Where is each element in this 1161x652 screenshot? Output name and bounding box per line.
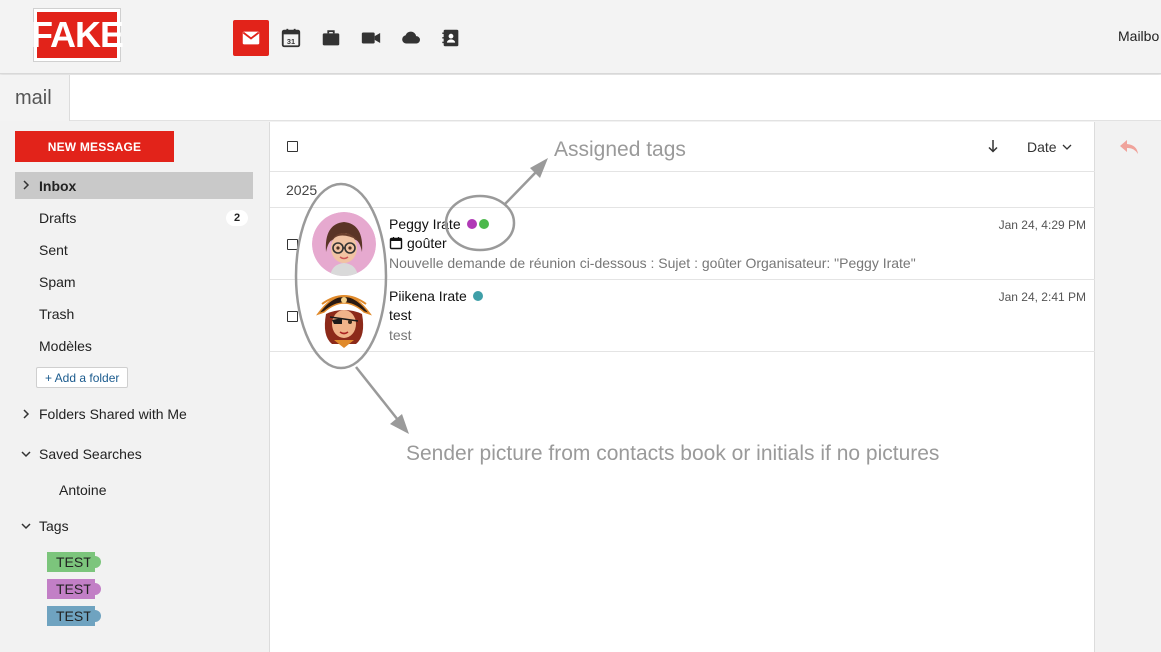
message-subject: goûter (407, 235, 447, 251)
sidebar-item-label: Spam (39, 273, 76, 290)
calendar-day: 31 (287, 37, 295, 46)
sort-field-dropdown[interactable]: Date (1027, 139, 1073, 155)
calendar-invite-icon (389, 237, 403, 250)
section-label: Folders Shared with Me (39, 406, 187, 422)
sender-name: Peggy Irate (389, 216, 461, 232)
subject-line: goûter (389, 235, 447, 251)
briefcase-icon[interactable] (313, 20, 349, 56)
mail-icon[interactable] (233, 20, 269, 56)
sidebar-item-label: Drafts (39, 209, 77, 226)
video-icon[interactable] (353, 20, 389, 56)
chevron-down-icon[interactable] (19, 447, 33, 461)
message-preview: test (389, 327, 412, 343)
new-message-button[interactable]: NEW MESSAGE (15, 131, 174, 162)
tag-item[interactable]: TEST (47, 552, 101, 572)
message-date: Jan 24, 2:41 PM (998, 290, 1086, 304)
year-label: 2025 (286, 182, 318, 198)
reply-icon[interactable] (1118, 138, 1140, 156)
tag-dot (478, 219, 489, 229)
calendar-icon[interactable]: 31 (273, 20, 309, 56)
sender-avatar (312, 284, 376, 348)
chevron-right-icon[interactable] (19, 407, 33, 421)
cloud-icon[interactable] (393, 20, 429, 56)
sender-name-line: Piikena Irate (389, 288, 483, 304)
sender-name-line: Peggy Irate (389, 216, 489, 232)
reading-pane-toolbar (1095, 122, 1161, 652)
section-label: Saved Searches (39, 446, 142, 462)
subject-line: test (389, 307, 412, 323)
shared-folders-section[interactable]: Folders Shared with Me (15, 402, 253, 426)
logo[interactable]: FAKE (31, 8, 124, 62)
add-folder-button[interactable]: + Add a folder (36, 367, 129, 388)
sort-field-label: Date (1027, 139, 1057, 155)
message-preview: Nouvelle demande de réunion ci-dessous :… (389, 255, 916, 271)
module-title-wrap: mail (0, 75, 70, 121)
sidebar-item-inbox[interactable]: Inbox (15, 172, 253, 199)
sidebar: NEW MESSAGE Inbox Drafts 2 Sent Spam Tra… (0, 122, 270, 652)
chevron-down-icon (1062, 144, 1072, 150)
avatar-annotation: Sender picture from contacts book or ini… (406, 442, 940, 465)
sidebar-item-label: Modèles (39, 337, 92, 354)
sidebar-item-spam[interactable]: Spam (15, 268, 253, 295)
logo-text: FAKE (31, 14, 124, 55)
sidebar-item-label: Sent (39, 241, 68, 258)
select-all-checkbox[interactable] (287, 141, 298, 152)
tag-item[interactable]: TEST (47, 579, 101, 599)
sender-name: Piikena Irate (389, 288, 467, 304)
chevron-down-icon[interactable] (19, 519, 33, 533)
message-list: Date 2025 Peggy Irate goûter Nouvelle de… (270, 122, 1095, 652)
tag-item[interactable]: TEST (47, 606, 101, 626)
chevron-right-icon[interactable] (19, 178, 33, 192)
saved-searches-section[interactable]: Saved Searches (15, 442, 253, 466)
contacts-icon[interactable] (433, 20, 469, 56)
sidebar-item-label: Inbox (39, 177, 77, 194)
top-header: FAKE 31 Mailbo (0, 0, 1161, 74)
message-row[interactable]: Piikena Irate test test Jan 24, 2:41 PM (270, 280, 1095, 352)
message-checkbox[interactable] (287, 311, 298, 322)
unread-count-badge: 2 (226, 210, 248, 226)
message-checkbox[interactable] (287, 239, 298, 250)
sidebar-item-trash[interactable]: Trash (15, 300, 253, 327)
tag-dots (466, 219, 489, 229)
tag-dot (472, 291, 483, 301)
module-bar: mail (0, 75, 1161, 121)
sidebar-item-templates[interactable]: Modèles (15, 332, 253, 359)
tags-section[interactable]: Tags (15, 514, 253, 538)
year-group-header: 2025 (270, 172, 1095, 208)
section-label: Tags (39, 518, 69, 534)
message-subject: test (389, 307, 412, 323)
tags-annotation: Assigned tags (554, 138, 686, 161)
message-row[interactable]: Peggy Irate goûter Nouvelle demande de r… (270, 208, 1095, 280)
mailbox-label[interactable]: Mailbo (1118, 28, 1159, 44)
sidebar-item-label: Trash (39, 305, 75, 322)
tag-dot (466, 219, 477, 229)
module-title: mail (15, 87, 52, 109)
sidebar-item-drafts[interactable]: Drafts 2 (15, 204, 253, 231)
sidebar-item-sent[interactable]: Sent (15, 236, 253, 263)
saved-search-item[interactable]: Antoine (59, 482, 106, 498)
message-date: Jan 24, 4:29 PM (998, 218, 1086, 232)
sort-direction-icon[interactable] (986, 138, 1000, 154)
sender-avatar (312, 212, 376, 276)
logo-badge: FAKE (31, 12, 124, 58)
